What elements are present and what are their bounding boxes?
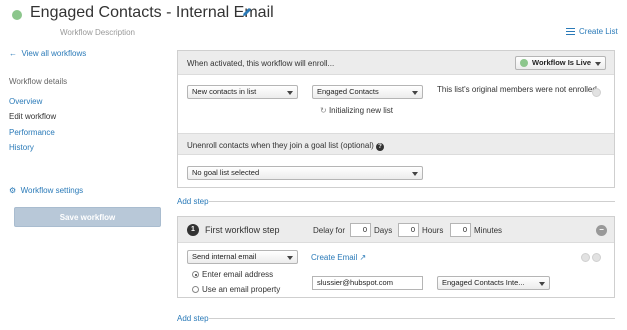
delay-minutes-input[interactable]: 0 (450, 223, 471, 237)
goal-list-select[interactable]: No goal list selected (187, 166, 423, 180)
chevron-down-icon (287, 91, 293, 95)
sidebar-item-overview[interactable]: Overview (9, 97, 42, 106)
pencil-icon[interactable] (241, 6, 253, 18)
hours-label: Hours (422, 226, 444, 235)
chevron-down-icon (287, 256, 293, 260)
minutes-label: Minutes (474, 226, 503, 235)
workflow-description[interactable]: Workflow Description (60, 28, 135, 37)
sidebar-item-edit-workflow[interactable]: Edit workflow (9, 112, 56, 121)
gear-icon: ⚙ (9, 186, 17, 195)
enrollment-title: When activated, this workflow will enrol… (187, 59, 335, 68)
remove-step-icon[interactable]: − (596, 225, 607, 236)
add-criteria-icon[interactable] (592, 88, 601, 97)
step-number-badge: 1 (187, 224, 199, 236)
action-type-select[interactable]: Send internal email (187, 250, 298, 264)
live-status-dot (520, 59, 528, 67)
sidebar-item-performance[interactable]: Performance (9, 128, 55, 137)
save-workflow-button[interactable]: Save workflow (14, 207, 161, 227)
sidebar-heading: Workflow details (9, 77, 68, 86)
workflow-settings-link[interactable]: ⚙ Workflow settings (9, 186, 83, 195)
chevron-down-icon (595, 62, 601, 66)
delay-hours-input[interactable]: 0 (398, 223, 419, 237)
divider (209, 318, 615, 319)
step-header: 1 First workflow step Delay for 0 Days 0… (178, 217, 614, 243)
step-title: First workflow step (205, 225, 280, 235)
email-template-select[interactable]: Engaged Contacts Inte... (437, 276, 550, 290)
chevron-down-icon (539, 282, 545, 286)
unenroll-header: Unenroll contacts when they join a goal … (178, 133, 614, 155)
chevron-down-icon (412, 91, 418, 95)
delay-label: Delay for (313, 226, 346, 235)
add-step-link[interactable]: Add step (177, 314, 209, 323)
create-email-link[interactable]: Create Email ↗ (311, 253, 366, 262)
help-icon[interactable]: ? (376, 143, 385, 151)
unenroll-title: Unenroll contacts when they join a goal … (187, 141, 385, 151)
email-address-input[interactable]: slussier@hubspot.com (312, 276, 423, 290)
list-icon (566, 28, 575, 35)
chevron-down-icon (412, 172, 418, 176)
external-link-icon: ↗ (359, 253, 367, 262)
workflow-step-panel: 1 First workflow step Delay for 0 Days 0… (177, 216, 615, 298)
days-label: Days (374, 226, 393, 235)
radio-button-selected[interactable] (192, 271, 199, 278)
refresh-icon: ↻ (320, 106, 327, 115)
add-action-icon[interactable] (581, 253, 590, 262)
sidebar-item-history[interactable]: History (9, 143, 34, 152)
workflow-status-dot (12, 10, 22, 20)
enroll-list-select[interactable]: Engaged Contacts (312, 85, 423, 99)
arrow-left-icon: ← (9, 49, 17, 58)
divider (209, 201, 615, 202)
page-title: Engaged Contacts - Internal Email (30, 4, 274, 21)
remove-action-icon[interactable] (592, 253, 601, 262)
create-list-link[interactable]: Create List (566, 27, 618, 36)
radio-button[interactable] (192, 286, 199, 293)
radio-email-property[interactable]: Use an email property (192, 285, 280, 294)
add-step-link[interactable]: Add step (177, 197, 209, 206)
delay-days-input[interactable]: 0 (350, 223, 371, 237)
enrollment-panel: When activated, this workflow will enrol… (177, 50, 615, 188)
initializing-status: ↻ Initializing new list (320, 106, 393, 115)
radio-enter-email[interactable]: Enter email address (192, 270, 273, 279)
view-all-workflows-link[interactable]: ← View all workflows (9, 49, 86, 58)
workflow-live-button[interactable]: Workflow Is Live (515, 56, 606, 70)
enrollment-header: When activated, this workflow will enrol… (178, 51, 614, 75)
enroll-type-select[interactable]: New contacts in list (187, 85, 298, 99)
enroll-note: This list's original members were not en… (437, 85, 597, 94)
